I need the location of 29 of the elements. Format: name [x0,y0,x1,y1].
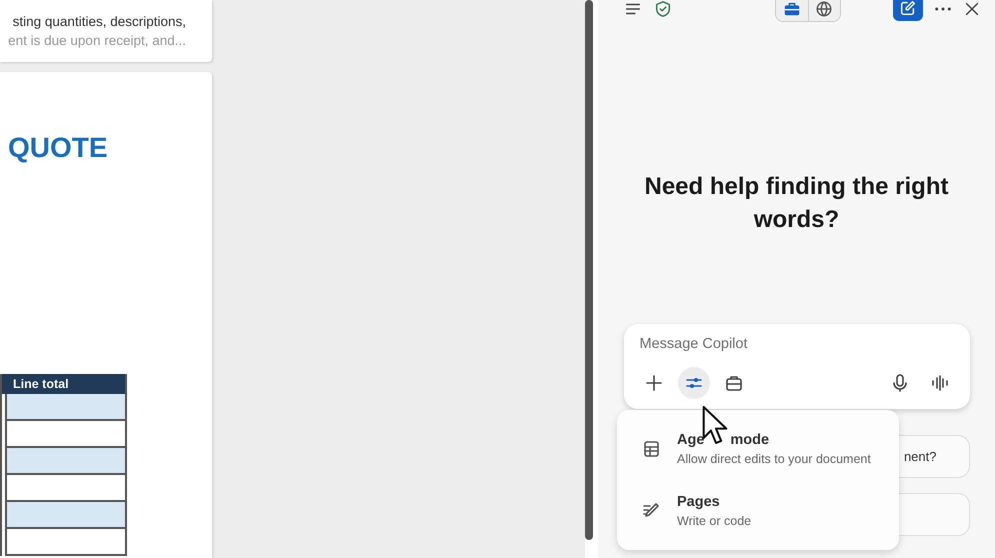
globe-button[interactable] [808,0,840,21]
menu-item-title: Age [677,432,704,448]
text-line: ent is due upon receipt, and... [8,33,186,48]
briefcase-icon [782,0,800,18]
menu-item-description: Write or code [677,514,752,528]
suggestion-text: nent? [904,449,936,464]
briefcase-icon [724,373,744,393]
edit-icon [899,0,917,17]
scrollbar[interactable] [585,0,593,540]
plus-icon [644,373,664,393]
sliders-button[interactable] [678,367,710,399]
more-icon [935,7,951,11]
menu-item-title: Pages [677,494,720,510]
voice-wave-icon [930,373,950,393]
message-input[interactable]: Message Copilot [638,334,960,354]
edit-button[interactable] [893,0,923,21]
close-icon [963,0,981,18]
shield-check-icon [654,0,672,18]
heading: Need help finding the right words? [644,172,950,235]
globe-icon [815,0,833,18]
menu-item[interactable]: Pages Write or code [627,494,889,528]
menu-item-title: mode [730,432,770,448]
menu-item[interactable]: Age mode Allow direct edits to your document [627,432,889,466]
document-title: QUOTE [7,132,109,164]
menu-item-description: Allow direct edits to your document [677,452,871,466]
column-header: Line total [2,374,127,394]
briefcase-button[interactable] [776,0,808,21]
shield-check-button[interactable] [654,0,672,20]
text-line: sting quantities, descriptions, [12,14,186,29]
